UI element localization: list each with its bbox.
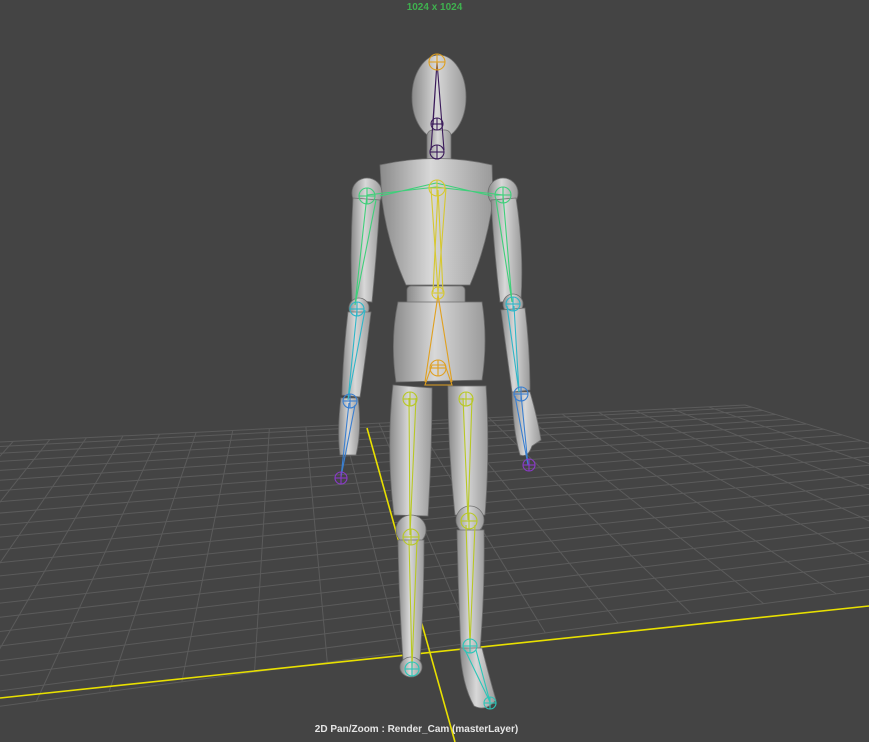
joint-toe-left-icon[interactable] xyxy=(483,696,497,710)
resolution-gate-label: 1024 x 1024 xyxy=(406,2,463,13)
mannequin-upperarm-left[interactable] xyxy=(490,197,523,303)
joint-shoulder-right-icon[interactable] xyxy=(358,187,376,205)
joint-wrist-left-icon[interactable] xyxy=(513,386,529,402)
joint-finger-right-icon[interactable] xyxy=(334,471,348,485)
mannequin-head[interactable] xyxy=(411,54,467,140)
viewport-3d[interactable]: 1024 x 1024 2D Pan/Zoom : Render_Cam (ma… xyxy=(0,0,869,742)
joint-head-end-icon[interactable] xyxy=(428,53,446,71)
joint-elbow-right-icon[interactable] xyxy=(349,301,365,317)
mannequin-thigh-right[interactable] xyxy=(389,384,433,517)
joint-shoulder-left-icon[interactable] xyxy=(494,186,512,204)
joint-elbow-left-icon[interactable] xyxy=(505,296,521,312)
joint-ankle-right-icon[interactable] xyxy=(404,661,420,677)
joint-finger-left-icon[interactable] xyxy=(522,458,536,472)
joint-ankle-left-icon[interactable] xyxy=(462,638,478,654)
ground-grid xyxy=(0,404,869,707)
joint-hip-right-icon[interactable] xyxy=(402,391,418,407)
joint-jaw-icon[interactable] xyxy=(430,117,444,131)
camera-name-label: 2D Pan/Zoom : Render_Cam (masterLayer) xyxy=(314,724,519,735)
mannequin-pelvis[interactable] xyxy=(393,301,486,383)
joint-spine-chest-icon[interactable] xyxy=(428,179,446,197)
joint-hip-left-icon[interactable] xyxy=(458,391,474,407)
joint-knee-right-icon[interactable] xyxy=(402,528,420,546)
joint-knee-left-icon[interactable] xyxy=(460,512,478,530)
joint-neck-icon[interactable] xyxy=(429,144,445,160)
mannequin-forearm-left[interactable] xyxy=(500,307,531,393)
joint-root-icon[interactable] xyxy=(429,359,447,377)
joint-wrist-right-icon[interactable] xyxy=(342,393,358,409)
joint-spine-mid-icon[interactable] xyxy=(431,286,445,300)
ground-grid-axes xyxy=(0,427,869,742)
scene-canvas[interactable] xyxy=(0,0,869,742)
